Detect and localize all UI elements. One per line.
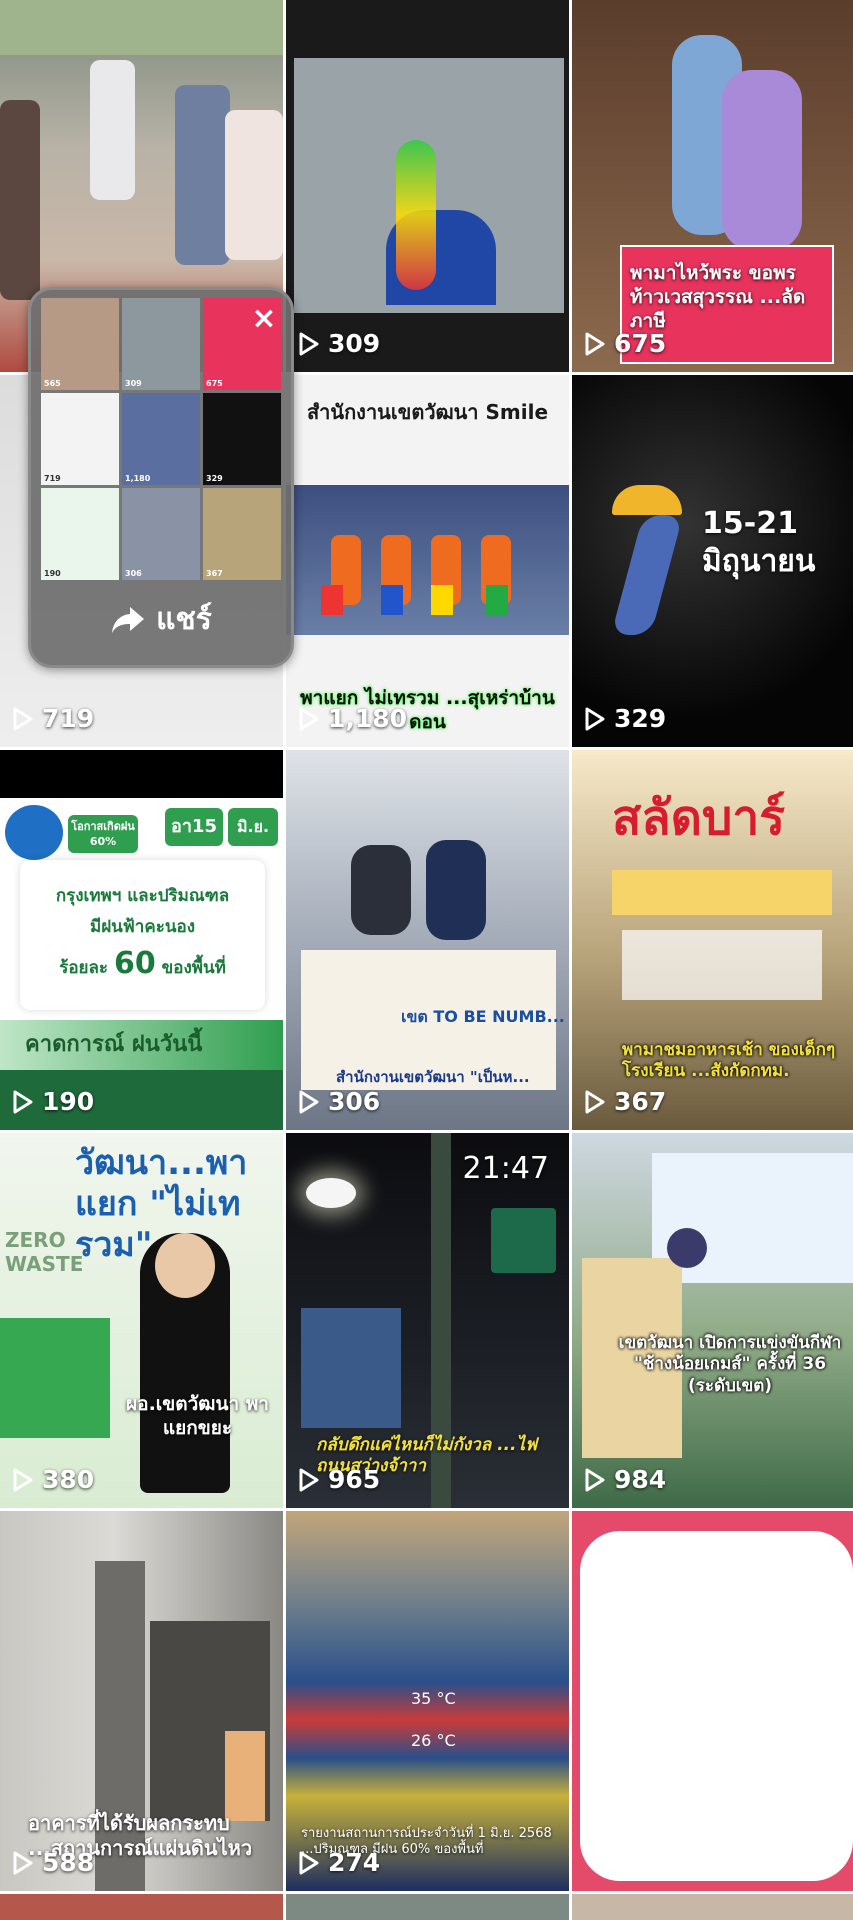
close-icon[interactable]: × [247, 302, 281, 336]
video-header: สลัดบาร์ [612, 790, 786, 846]
sign-text: เขต TO BE NUMB... [401, 1007, 565, 1026]
preview-thumb: 1,180 [122, 393, 200, 485]
video-tile-9[interactable]: สลัดบาร์ พามาชมอาหารเช้า ของเด็กๆโรงเรีย… [572, 750, 853, 1130]
video-tile-18[interactable] [572, 1894, 853, 1920]
date-month: มิ.ย. [228, 808, 278, 846]
temp-high: 35 °C [411, 1689, 456, 1708]
view-count: 329 [584, 704, 666, 733]
view-count: 309 [298, 329, 380, 358]
redacted-overlay [580, 1531, 853, 1881]
video-tile-11[interactable]: 21:47 กลับดึกแค่ไหนก็ไม่กังวล ...ไฟถนนสว… [286, 1133, 569, 1508]
video-header: 15-21 มิถุนายน [702, 506, 816, 579]
video-tile-6[interactable]: 15-21 มิถุนายน 329 [572, 375, 853, 747]
video-caption: เขตวัฒนา เปิดการแข่งขันกีฬา "ช้างน้อยเกม… [618, 1333, 842, 1396]
time-overlay: 21:47 [462, 1151, 549, 1186]
forecast-percent: 60 [113, 946, 156, 981]
preview-thumb: 367 [203, 488, 281, 580]
view-count-value: 306 [328, 1087, 381, 1116]
view-count: 719 [12, 704, 94, 733]
view-count-value: 190 [42, 1087, 95, 1116]
share-label: แชร์ [156, 602, 212, 637]
video-tile-5[interactable]: สำนักงานเขตวัฒนา Smile พาแยก ไม่เทรวม ..… [286, 375, 569, 747]
view-count-value: 965 [328, 1465, 381, 1494]
preview-thumb: 190 [41, 488, 119, 580]
video-tile-17[interactable] [286, 1894, 569, 1920]
preview-thumb: 309 [122, 298, 200, 390]
video-tile-16[interactable] [0, 1894, 283, 1920]
view-count: 1,180 [298, 704, 407, 733]
forecast-line-3: ร้อยละ [59, 958, 109, 978]
video-tile-12[interactable]: เขตวัฒนา เปิดการแข่งขันกีฬา "ช้างน้อยเกม… [572, 1133, 853, 1508]
video-tile-10[interactable]: วัฒนา...พาแยก "ไม่เทรวม" ZERO WASTE ผอ.เ… [0, 1133, 283, 1508]
share-arrow-icon [112, 606, 145, 633]
share-popup: 565 309 675 719 1,180 329 190 306 367 × … [28, 287, 294, 668]
view-count-value: 309 [328, 329, 381, 358]
forecast-line-4: ของพื้นที่ [161, 958, 226, 978]
view-count-value: 675 [614, 329, 667, 358]
view-count: 190 [12, 1087, 94, 1116]
video-tile-14[interactable]: 35 °C 26 °C รายงานสถานการณ์ประจำวันที่ 1… [286, 1511, 569, 1891]
play-icon [299, 1468, 319, 1491]
forecast-line-2: มีฝนฟ้าคะนอง [89, 917, 195, 937]
share-preview-grid: 565 309 675 719 1,180 329 190 306 367 [41, 298, 281, 580]
video-header: สำนักงานเขตวัฒนา Smile [306, 400, 549, 424]
rain-chance-badge: โอกาสเกิดฝน 60% [68, 815, 138, 853]
view-count-value: 1,180 [328, 704, 408, 733]
view-count: 675 [584, 329, 666, 358]
temp-low: 26 °C [411, 1731, 456, 1750]
video-tile-3[interactable]: พามาไหว้พระ ขอพรท้าวเวสสุวรรณ ...ลัดภาษี… [572, 0, 853, 372]
video-tile-7[interactable]: โอกาสเกิดฝน 60% อา15 มิ.ย. กรุงเทพฯ และป… [0, 750, 283, 1130]
video-tile-15[interactable] [572, 1511, 853, 1891]
view-count-value: 274 [328, 1848, 381, 1877]
play-icon [585, 332, 605, 355]
forecast-footer: คาดการณ์ ฝนวันนี้ [0, 1020, 283, 1070]
preview-thumb: 306 [122, 488, 200, 580]
view-count-value: 380 [42, 1465, 95, 1494]
view-count-value: 329 [614, 704, 667, 733]
view-count: 274 [298, 1848, 380, 1877]
play-icon [13, 1468, 33, 1491]
view-count-value: 984 [614, 1465, 667, 1494]
video-tile-13[interactable]: อาคารที่ได้รับผลกระทบ ...สถานการณ์แผ่นดิ… [0, 1511, 283, 1891]
view-count-value: 719 [42, 704, 95, 733]
preview-thumb: 329 [203, 393, 281, 485]
play-icon [13, 707, 33, 730]
play-icon [13, 1851, 33, 1874]
play-icon [299, 1851, 319, 1874]
video-tile-2[interactable]: 309 [286, 0, 569, 372]
view-count: 380 [12, 1465, 94, 1494]
play-icon [585, 1468, 605, 1491]
view-count: 306 [298, 1087, 380, 1116]
play-icon [299, 1090, 319, 1113]
view-count: 984 [584, 1465, 666, 1494]
video-caption: สำนักงานเขตวัฒนา "เป็นห... [336, 1068, 530, 1086]
play-icon [585, 1090, 605, 1113]
share-button[interactable]: แชร์ [31, 596, 291, 643]
play-icon [585, 707, 605, 730]
view-count-value: 588 [42, 1848, 95, 1877]
preview-thumb: 565 [41, 298, 119, 390]
date-day: อา15 [165, 808, 223, 846]
view-count: 367 [584, 1087, 666, 1116]
video-caption: พามาไหว้พระ ขอพรท้าวเวสสุวรรณ ...ลัดภาษี [630, 262, 806, 332]
video-tile-8[interactable]: เขต TO BE NUMB... สำนักงานเขตวัฒนา "เป็น… [286, 750, 569, 1130]
play-icon [299, 707, 319, 730]
view-count: 965 [298, 1465, 380, 1494]
video-caption: ผอ.เขตวัฒนา พาแยกขยะ [126, 1393, 269, 1439]
preview-thumb: 719 [41, 393, 119, 485]
play-icon [299, 332, 319, 355]
view-count-value: 367 [614, 1087, 667, 1116]
video-caption: พามาชมอาหารเช้า ของเด็กๆโรงเรียน ...สังก… [622, 1040, 836, 1082]
play-icon [13, 1090, 33, 1113]
zero-waste-text: ZERO WASTE [5, 1228, 84, 1276]
view-count: 588 [12, 1848, 94, 1877]
forecast-line-1: กรุงเทพฯ และปริมณฑล [55, 886, 230, 906]
